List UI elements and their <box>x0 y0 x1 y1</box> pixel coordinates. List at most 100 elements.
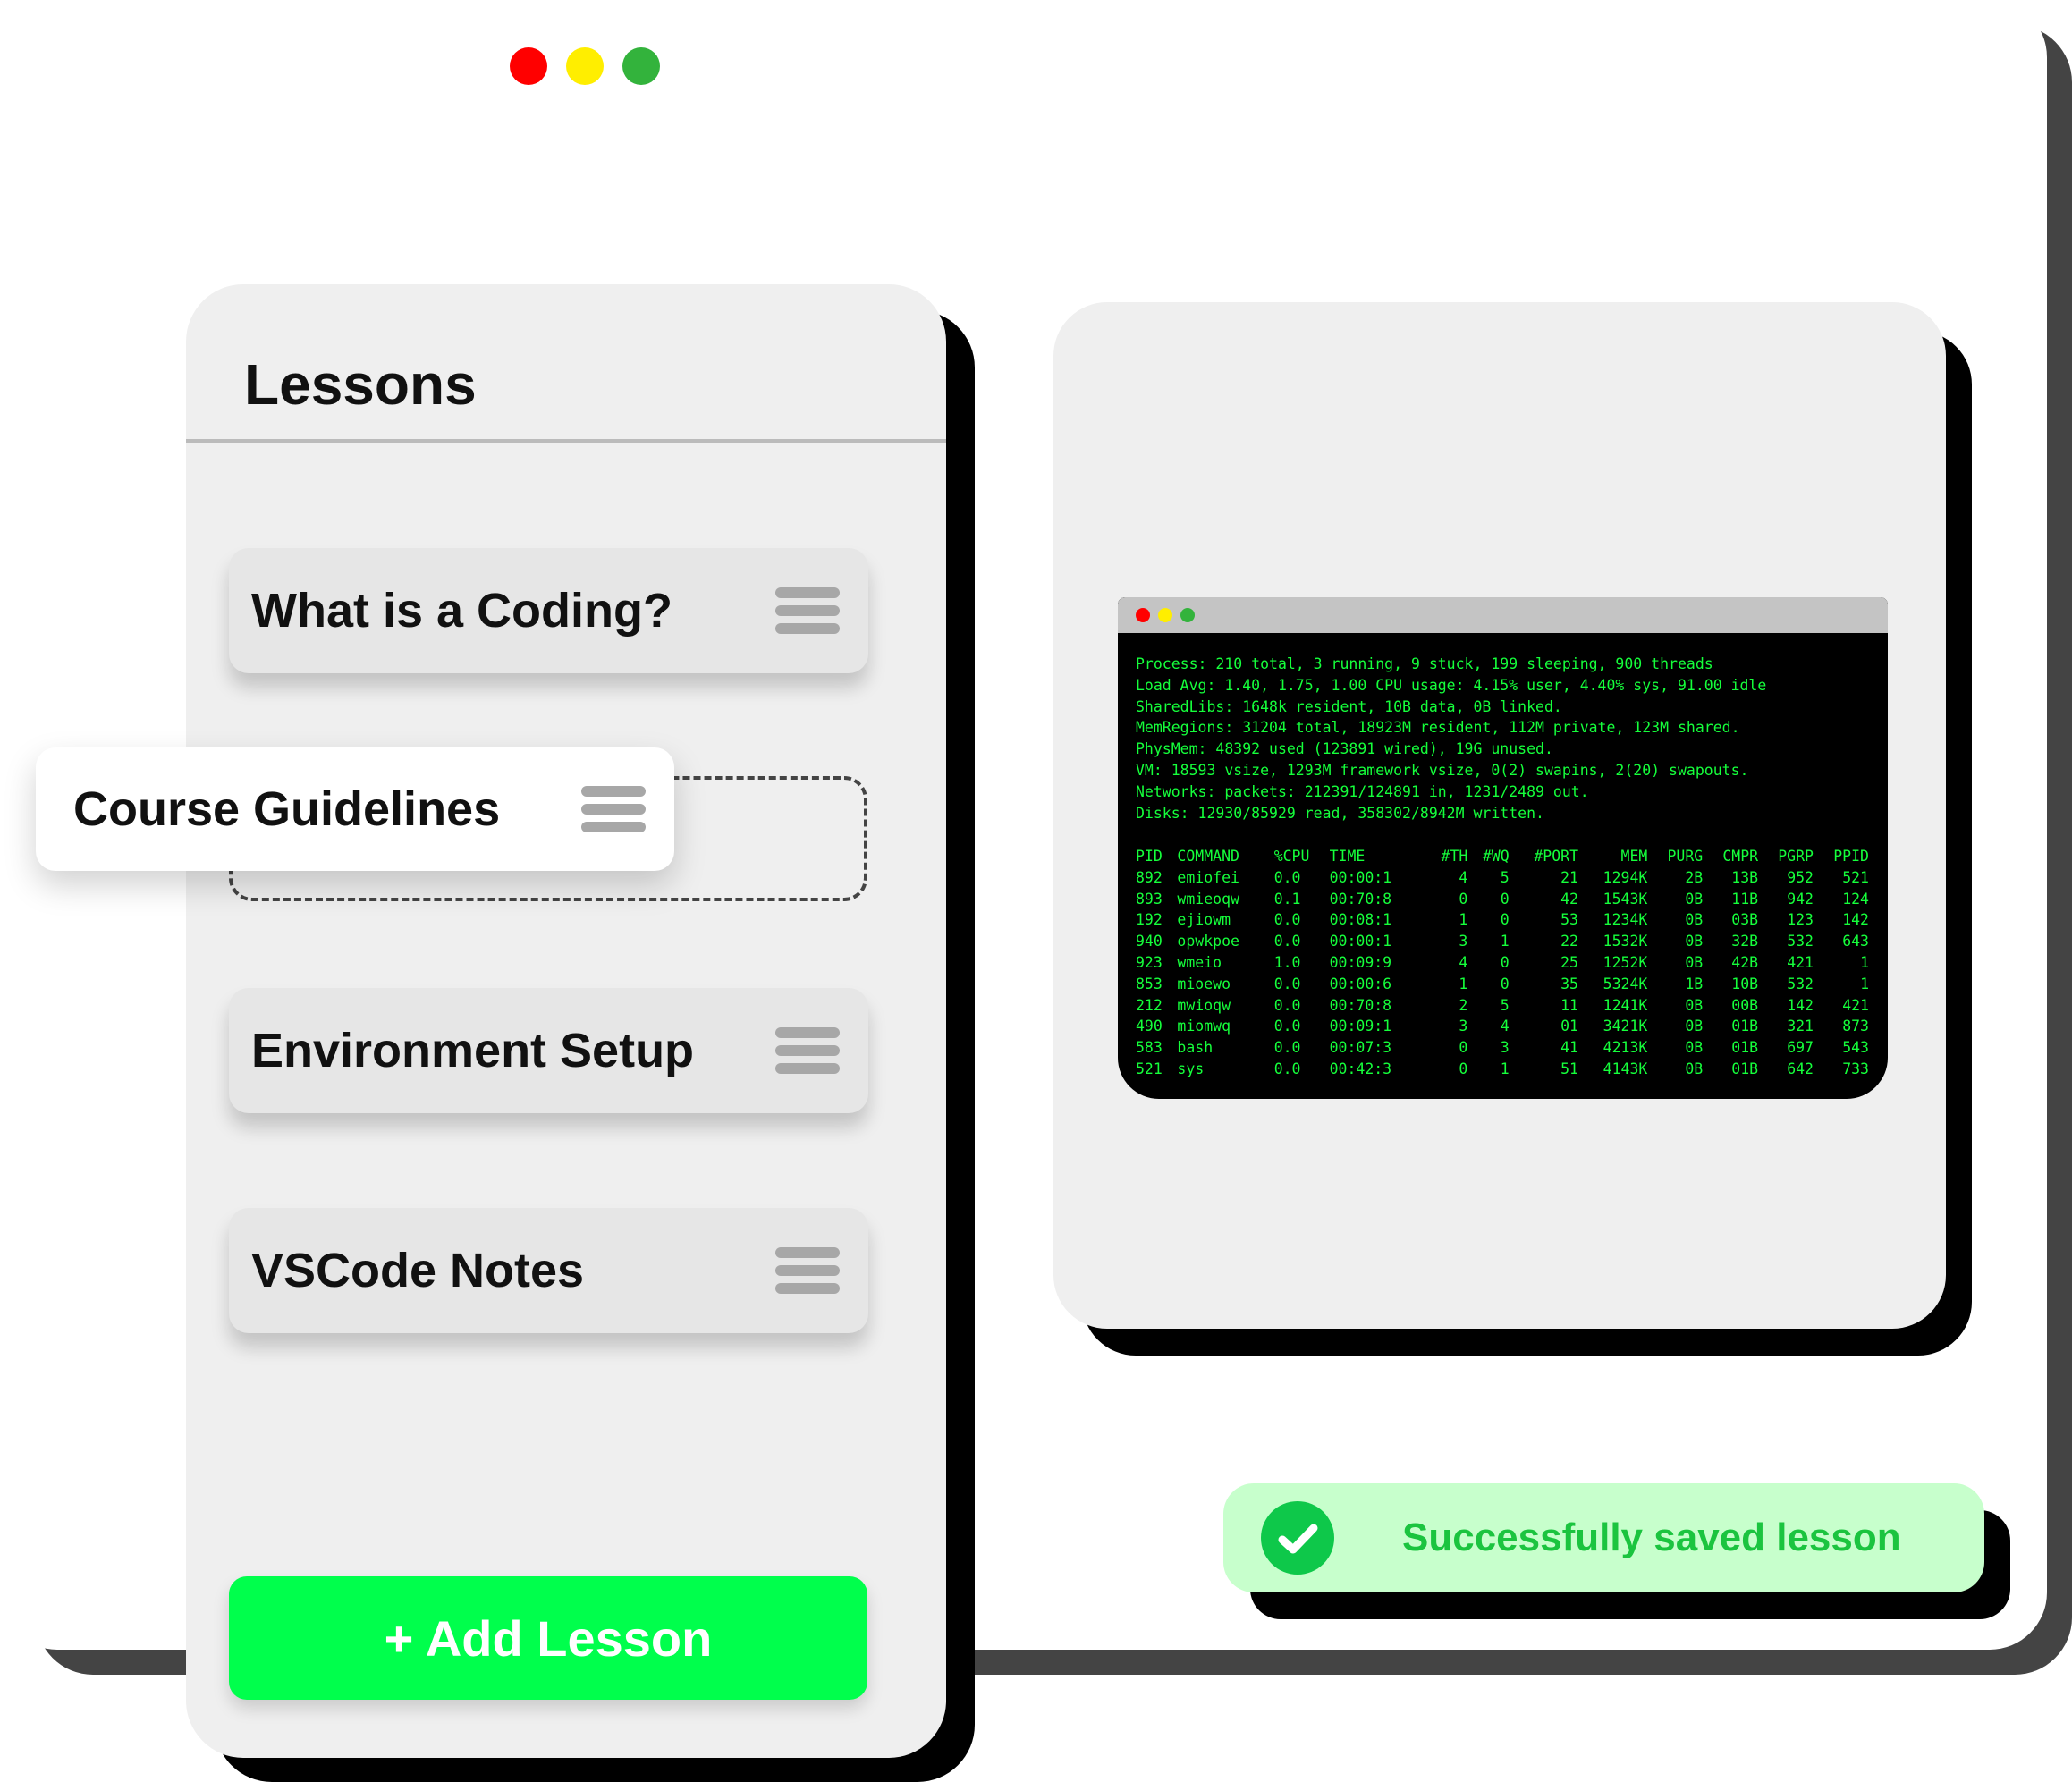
column-header: PGRP <box>1778 848 1814 865</box>
table-cell: 952 <box>1787 868 1814 886</box>
table-cell: 192 <box>1136 911 1163 929</box>
table-cell: 53 <box>1560 911 1578 929</box>
table-cell: 532 <box>1787 975 1814 992</box>
table-cell: 0B <box>1685 890 1704 908</box>
table-cell: 41 <box>1560 1039 1578 1057</box>
column-header: #PORT <box>1534 848 1578 865</box>
terminal-line: Load Avg: 1.40, 1.75, 1.00 CPU usage: 4.… <box>1136 676 1767 694</box>
terminal-summary: Process: 210 total, 3 running, 9 stuck, … <box>1136 654 1766 823</box>
terminal-titlebar <box>1118 597 1888 633</box>
table-cell: 10B <box>1731 975 1759 992</box>
table-cell: 0.0 <box>1273 1039 1301 1057</box>
table-cell: 142 <box>1842 911 1869 929</box>
table-cell: 1.0 <box>1273 953 1301 971</box>
check-circle-icon <box>1261 1501 1334 1575</box>
lessons-title: Lessons <box>244 352 477 417</box>
table-cell: ejiowm <box>1177 911 1231 929</box>
terminal-close-button[interactable] <box>1136 608 1150 622</box>
table-cell: mioewo <box>1177 975 1231 992</box>
table-cell: 0.0 <box>1273 975 1301 992</box>
lesson-label: Course Guidelines <box>73 782 501 836</box>
table-cell: 421 <box>1842 996 1869 1014</box>
table-header-row: PID COMMAND %CPU TIME #TH #WQ #PORT MEM PURG CMPR… <box>1136 846 1869 867</box>
column-header: #WQ <box>1482 848 1510 865</box>
divider <box>186 439 946 443</box>
table-cell: 01 <box>1560 1018 1578 1035</box>
table-cell: 00:42:3 <box>1329 1060 1392 1077</box>
close-window-button[interactable] <box>510 47 547 85</box>
terminal-line: VM: 18593 vsize, 1293M framework vsize, … <box>1136 761 1749 779</box>
maximize-window-button[interactable] <box>622 47 660 85</box>
table-cell: 0B <box>1685 953 1704 971</box>
drag-handle-icon[interactable] <box>775 1247 840 1294</box>
table-cell: 0B <box>1685 1018 1704 1035</box>
table-cell: 697 <box>1787 1039 1814 1057</box>
add-lesson-button[interactable]: + Add Lesson <box>229 1576 867 1700</box>
table-cell: 4 <box>1500 1018 1510 1035</box>
table-cell: 893 <box>1136 890 1163 908</box>
table-cell: 0 <box>1459 1060 1468 1077</box>
table-row: 892 emiofei 0.0 00:00:1 4 5 21 1294K 2B 13B 952 521 <box>1136 867 1869 889</box>
table-cell: 22 <box>1560 933 1578 950</box>
process-table: PID COMMAND %CPU TIME #TH #WQ #PORT MEM PURG CMPR… <box>1136 846 1869 1080</box>
table-cell: 2 <box>1459 996 1468 1014</box>
window-controls <box>510 47 660 85</box>
table-cell: 873 <box>1842 1018 1869 1035</box>
lesson-item-environment-setup[interactable]: Environment Setup <box>229 988 868 1113</box>
terminal-line: Disks: 12930/85929 read, 358302/8942M wr… <box>1136 804 1544 822</box>
table-cell: 42B <box>1731 953 1759 971</box>
column-header: #TH <box>1441 848 1468 865</box>
drag-handle-icon[interactable] <box>775 587 840 634</box>
table-cell: 1241K <box>1603 996 1648 1014</box>
drag-handle-icon[interactable] <box>775 1027 840 1074</box>
table-cell: 1 <box>1500 933 1510 950</box>
table-cell: 11 <box>1560 996 1578 1014</box>
table-cell: 0.0 <box>1273 911 1301 929</box>
table-cell: 3 <box>1459 1018 1468 1035</box>
table-cell: 1 <box>1860 953 1869 971</box>
lesson-item-what-is-coding[interactable]: What is a Coding? <box>229 548 868 673</box>
table-cell: 00:08:1 <box>1329 911 1392 929</box>
table-row: 521 sys 0.0 00:42:3 0 1 51 4143K 0B 01B 642 733 <box>1136 1059 1869 1080</box>
table-cell: 1B <box>1685 975 1704 992</box>
table-cell: 11B <box>1731 890 1759 908</box>
terminal-maximize-button[interactable] <box>1180 608 1195 622</box>
table-cell: 642 <box>1787 1060 1814 1077</box>
table-cell: 03B <box>1731 911 1759 929</box>
table-row: 923 wmeio 1.0 00:09:9 4 0 25 1252K 0B 42B 421 1 <box>1136 952 1869 974</box>
table-cell: 1 <box>1500 1060 1510 1077</box>
terminal-minimize-button[interactable] <box>1158 608 1172 622</box>
table-cell: wmeio <box>1177 953 1222 971</box>
table-cell: 3421K <box>1603 1018 1648 1035</box>
column-header: COMMAND <box>1177 848 1239 865</box>
table-cell: emiofei <box>1177 868 1239 886</box>
minimize-window-button[interactable] <box>566 47 604 85</box>
table-cell: 0 <box>1500 890 1510 908</box>
table-cell: 00:00:1 <box>1329 933 1392 950</box>
lessons-panel: Lessons What is a Coding? Environment Se… <box>186 284 946 1758</box>
column-header: TIME <box>1329 848 1366 865</box>
table-row: 940 opwkpoe 0.0 00:00:1 3 1 22 1532K 0B 32B 532 643 <box>1136 931 1869 952</box>
table-cell: 0B <box>1685 933 1704 950</box>
column-header: MEM <box>1620 848 1648 865</box>
table-cell: 0 <box>1500 911 1510 929</box>
drag-handle-icon[interactable] <box>581 786 646 832</box>
terminal-window: Process: 210 total, 3 running, 9 stuck, … <box>1118 597 1888 1099</box>
table-cell: 32B <box>1731 933 1759 950</box>
table-cell: 00:70:8 <box>1329 890 1392 908</box>
table-cell: 521 <box>1136 1060 1163 1077</box>
success-toast: Successfully saved lesson <box>1223 1483 1984 1592</box>
table-cell: 00:09:9 <box>1329 953 1392 971</box>
table-cell: 321 <box>1787 1018 1814 1035</box>
table-cell: 0.0 <box>1273 996 1301 1014</box>
table-cell: 5 <box>1500 996 1510 1014</box>
table-cell: 421 <box>1787 953 1814 971</box>
table-cell: 1 <box>1459 911 1468 929</box>
table-cell: 00:00:1 <box>1329 868 1392 886</box>
table-row: 212 mwioqw 0.0 00:70:8 2 5 11 1241K 0B 00B 142 421 <box>1136 995 1869 1017</box>
table-cell: 1252K <box>1603 953 1648 971</box>
lesson-item-vscode-notes[interactable]: VSCode Notes <box>229 1208 868 1333</box>
table-cell: 543 <box>1842 1039 1869 1057</box>
table-cell: 2B <box>1685 868 1704 886</box>
dragging-lesson-card[interactable]: Course Guidelines <box>36 747 674 871</box>
